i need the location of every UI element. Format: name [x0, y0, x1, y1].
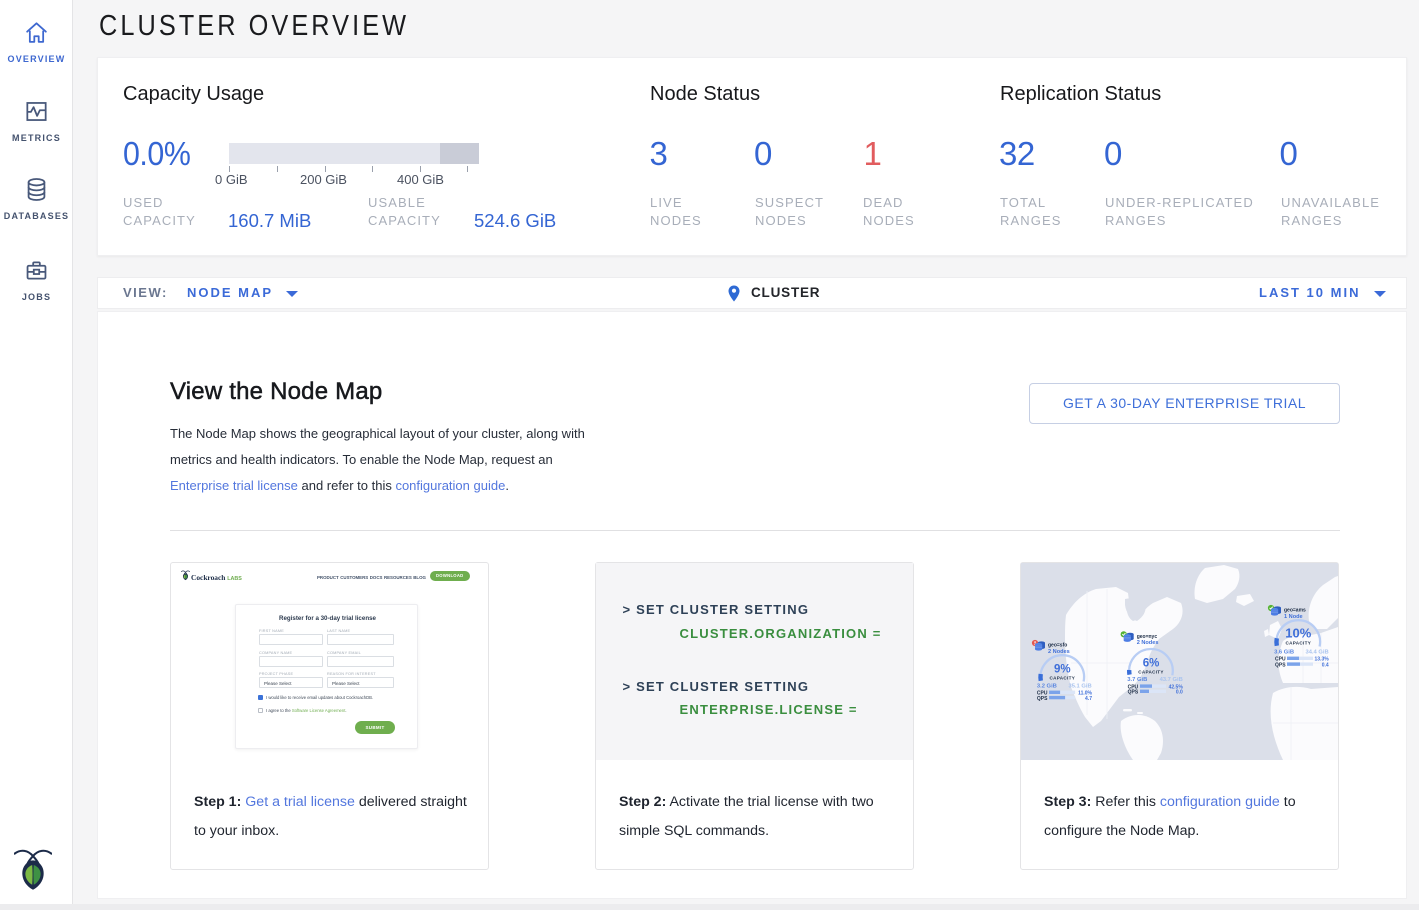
svg-text:1 Node: 1 Node [1284, 614, 1303, 620]
svg-text:35.1 GiB: 35.1 GiB [1068, 683, 1091, 689]
svg-text:CAPACITY: CAPACITY [1050, 676, 1076, 681]
svg-text:geo=sfo: geo=sfo [1048, 643, 1067, 649]
svg-text:34.4 GiB: 34.4 GiB [1305, 650, 1328, 656]
svg-text:9%: 9% [1054, 664, 1071, 676]
svg-text:3.6 GiB: 3.6 GiB [1274, 650, 1294, 656]
svg-text:3.7 GiB: 3.7 GiB [1127, 677, 1147, 683]
svg-text:10%: 10% [1285, 626, 1311, 641]
svg-text:2 Nodes: 2 Nodes [1137, 640, 1159, 646]
svg-text:3.2 GiB: 3.2 GiB [1037, 683, 1057, 689]
svg-text:0.4: 0.4 [1322, 662, 1329, 668]
svg-text:geo=nyc: geo=nyc [1137, 634, 1158, 640]
svg-text:QPS: QPS [1275, 662, 1286, 668]
svg-text:4.7: 4.7 [1085, 696, 1092, 702]
svg-text:geo=ams: geo=ams [1284, 608, 1306, 614]
svg-text:0.0: 0.0 [1176, 690, 1183, 696]
svg-text:CAPACITY: CAPACITY [1286, 641, 1312, 646]
svg-text:6%: 6% [1143, 658, 1160, 670]
svg-text:QPS: QPS [1037, 696, 1048, 702]
svg-text:2 Nodes: 2 Nodes [1048, 649, 1070, 655]
svg-text:QPS: QPS [1128, 690, 1139, 696]
svg-text:43.7 GiB: 43.7 GiB [1160, 677, 1183, 683]
svg-text:CAPACITY: CAPACITY [1138, 669, 1164, 674]
